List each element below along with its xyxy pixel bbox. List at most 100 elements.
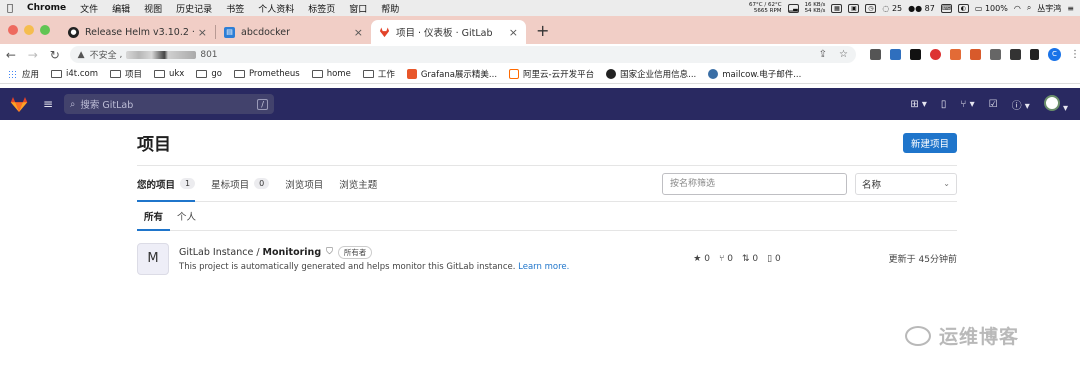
close-icon[interactable]: × bbox=[198, 26, 207, 39]
cpu-graph-icon[interactable]: ▁▃ bbox=[787, 3, 799, 13]
new-tab-button[interactable]: + bbox=[526, 21, 559, 44]
star-icon[interactable]: ☆ bbox=[839, 49, 848, 60]
tab-explore-topics[interactable]: 浏览主题 bbox=[339, 166, 377, 201]
project-avatar[interactable]: M bbox=[137, 242, 169, 275]
close-icon[interactable]: × bbox=[509, 26, 518, 39]
close-icon[interactable]: × bbox=[354, 26, 363, 39]
learn-more-link[interactable]: Learn more. bbox=[518, 262, 569, 272]
filter-by-name-input[interactable] bbox=[662, 172, 847, 195]
menu-tabs[interactable]: 标签页 bbox=[301, 2, 342, 15]
wechat-icon[interactable]: ●● 87 bbox=[908, 4, 935, 13]
status-area: 67°C / 62°C 5665 RPM ▁▃ 16 KB/s 54 KB/s … bbox=[749, 2, 1080, 14]
merge-requests-stat[interactable]: ⇅ 0 bbox=[742, 254, 758, 264]
browser-tab-gitlab[interactable]: 项目 · 仪表板 · GitLab × bbox=[371, 20, 526, 44]
control-center-icon[interactable]: ≡ bbox=[1067, 4, 1074, 13]
menu-view[interactable]: 视图 bbox=[137, 2, 169, 15]
sidepanel-icon[interactable] bbox=[1029, 49, 1039, 60]
sensor-readout[interactable]: 67°C / 62°C 5665 RPM bbox=[749, 2, 782, 14]
extension-icon[interactable] bbox=[989, 49, 1001, 60]
subtab-personal[interactable]: 个人 bbox=[170, 202, 203, 230]
share-icon[interactable]: ⇪ bbox=[819, 49, 827, 60]
apple-icon[interactable]:  bbox=[0, 3, 20, 14]
tab-starred-projects[interactable]: 星标项目 0 bbox=[211, 166, 270, 201]
folder-icon bbox=[196, 70, 208, 78]
stars-stat[interactable]: ★ 0 bbox=[693, 254, 710, 264]
forward-icon[interactable]: → bbox=[22, 48, 44, 62]
project-info: GitLab Instance / Monitoring ⛉ 所有者 This … bbox=[179, 245, 693, 272]
bookmark-item[interactable]: home bbox=[311, 69, 351, 79]
help-icon[interactable]: ⓘ ▾ bbox=[1012, 97, 1030, 112]
merge-requests-icon[interactable]: ⑂ ▾ bbox=[960, 99, 974, 110]
bookmark-item[interactable]: 阿里云-云开发平台 bbox=[509, 68, 594, 80]
tab-count: 0 bbox=[254, 178, 270, 189]
wifi-icon[interactable]: ◠ bbox=[1014, 4, 1021, 13]
menu-edit[interactable]: 编辑 bbox=[105, 2, 137, 15]
extension-icon[interactable] bbox=[909, 49, 921, 60]
toggle-icon[interactable]: ◐ bbox=[957, 3, 969, 13]
chat-icon[interactable]: ◌ 25 bbox=[882, 4, 902, 13]
network-readout[interactable]: 16 KB/s 54 KB/s bbox=[805, 2, 826, 14]
minimize-window-button[interactable] bbox=[24, 25, 34, 35]
hamburger-menu-icon[interactable]: ≡ bbox=[38, 97, 58, 111]
menu-file[interactable]: 文件 bbox=[73, 2, 105, 15]
browser-tab-abcdocker[interactable]: ▤ abcdocker × bbox=[216, 20, 371, 44]
tab-your-projects[interactable]: 您的项目 1 bbox=[137, 166, 196, 202]
extension-icon[interactable] bbox=[949, 49, 961, 60]
bookmark-item[interactable]: 工作 bbox=[362, 68, 395, 80]
visibility-icon[interactable]: ⛉ bbox=[326, 247, 333, 257]
bookmark-item[interactable]: i4t.com bbox=[51, 69, 98, 79]
extension-icon[interactable] bbox=[889, 49, 901, 60]
bookmark-item[interactable]: ukx bbox=[154, 69, 184, 79]
bookmark-item[interactable]: mailcow.电子邮件... bbox=[708, 68, 801, 80]
profile-avatar[interactable]: C bbox=[1047, 48, 1061, 61]
reload-icon[interactable]: ↻ bbox=[44, 48, 66, 62]
menu-app-name[interactable]: Chrome bbox=[20, 3, 73, 13]
issues-stat[interactable]: ▯ 0 bbox=[767, 254, 781, 264]
sort-dropdown[interactable]: 名称 ⌄ bbox=[855, 172, 957, 195]
keyboard-icon[interactable]: ⌨ bbox=[940, 3, 952, 13]
extension-icon[interactable] bbox=[869, 49, 881, 60]
puzzle-icon[interactable] bbox=[1009, 49, 1021, 60]
menu-profiles[interactable]: 个人资料 bbox=[251, 2, 301, 15]
bookmark-item[interactable]: Prometheus bbox=[233, 69, 300, 79]
bookmark-item[interactable]: 国家企业信用信息... bbox=[606, 68, 696, 80]
browser-tab-helm[interactable]: ● Release Helm v3.10.2 · helm/he × bbox=[60, 20, 215, 44]
gitlab-search[interactable]: ⌕ 搜索 GitLab / bbox=[64, 94, 274, 114]
bookmark-item[interactable]: 应用 bbox=[8, 68, 39, 80]
battery-icon[interactable]: ▭ 100% bbox=[975, 4, 1008, 13]
address-bar[interactable]: ▲ 不安全 , 801 ⇪ ☆ bbox=[69, 46, 856, 63]
menu-help[interactable]: 帮助 bbox=[374, 2, 406, 15]
extension-icon[interactable] bbox=[969, 49, 981, 60]
tab-label: 浏览主题 bbox=[339, 179, 378, 191]
create-new-icon[interactable]: ⊞ ▾ bbox=[910, 99, 927, 110]
new-project-button[interactable]: 新建项目 bbox=[902, 132, 957, 153]
clock-icon[interactable]: ◷ bbox=[865, 3, 877, 13]
star-icon: ★ bbox=[693, 253, 702, 264]
spotlight-icon[interactable]: ⌕ bbox=[1027, 3, 1031, 13]
warning-icon[interactable]: ▲ bbox=[78, 50, 85, 60]
forks-stat[interactable]: ⑂ 0 bbox=[719, 254, 733, 264]
tab-explore-projects[interactable]: 浏览项目 bbox=[285, 166, 323, 201]
stats-icon[interactable]: ▦ bbox=[831, 3, 843, 13]
more-icon[interactable]: ⋮ bbox=[1070, 49, 1080, 60]
menu-history[interactable]: 历史记录 bbox=[169, 2, 219, 15]
project-link[interactable]: GitLab Instance / Monitoring bbox=[179, 247, 321, 258]
zoom-window-button[interactable] bbox=[40, 25, 50, 35]
menu-bookmarks[interactable]: 书签 bbox=[219, 2, 251, 15]
screenshot-icon[interactable]: ▣ bbox=[848, 3, 860, 13]
close-window-button[interactable] bbox=[8, 25, 18, 35]
todo-icon[interactable]: ☑ bbox=[989, 99, 998, 110]
subtab-all[interactable]: 所有 bbox=[137, 202, 171, 231]
issues-icon[interactable]: ▯ bbox=[941, 99, 947, 110]
globe-icon bbox=[606, 69, 617, 79]
gitlab-logo[interactable] bbox=[0, 96, 38, 113]
bookmark-item[interactable]: go bbox=[196, 69, 222, 79]
back-icon[interactable]: ← bbox=[0, 48, 22, 62]
browser-tab-strip: ● Release Helm v3.10.2 · helm/he × ▤ abc… bbox=[0, 16, 1080, 44]
bookmark-item[interactable]: 项目 bbox=[109, 68, 142, 80]
bookmark-item[interactable]: Grafana展示精美... bbox=[406, 68, 497, 80]
user-name[interactable]: 丛宇鸿 bbox=[1037, 3, 1061, 14]
adblock-icon[interactable] bbox=[929, 49, 941, 60]
menu-window[interactable]: 窗口 bbox=[342, 2, 374, 15]
user-menu[interactable]: ▾ bbox=[1043, 94, 1068, 114]
